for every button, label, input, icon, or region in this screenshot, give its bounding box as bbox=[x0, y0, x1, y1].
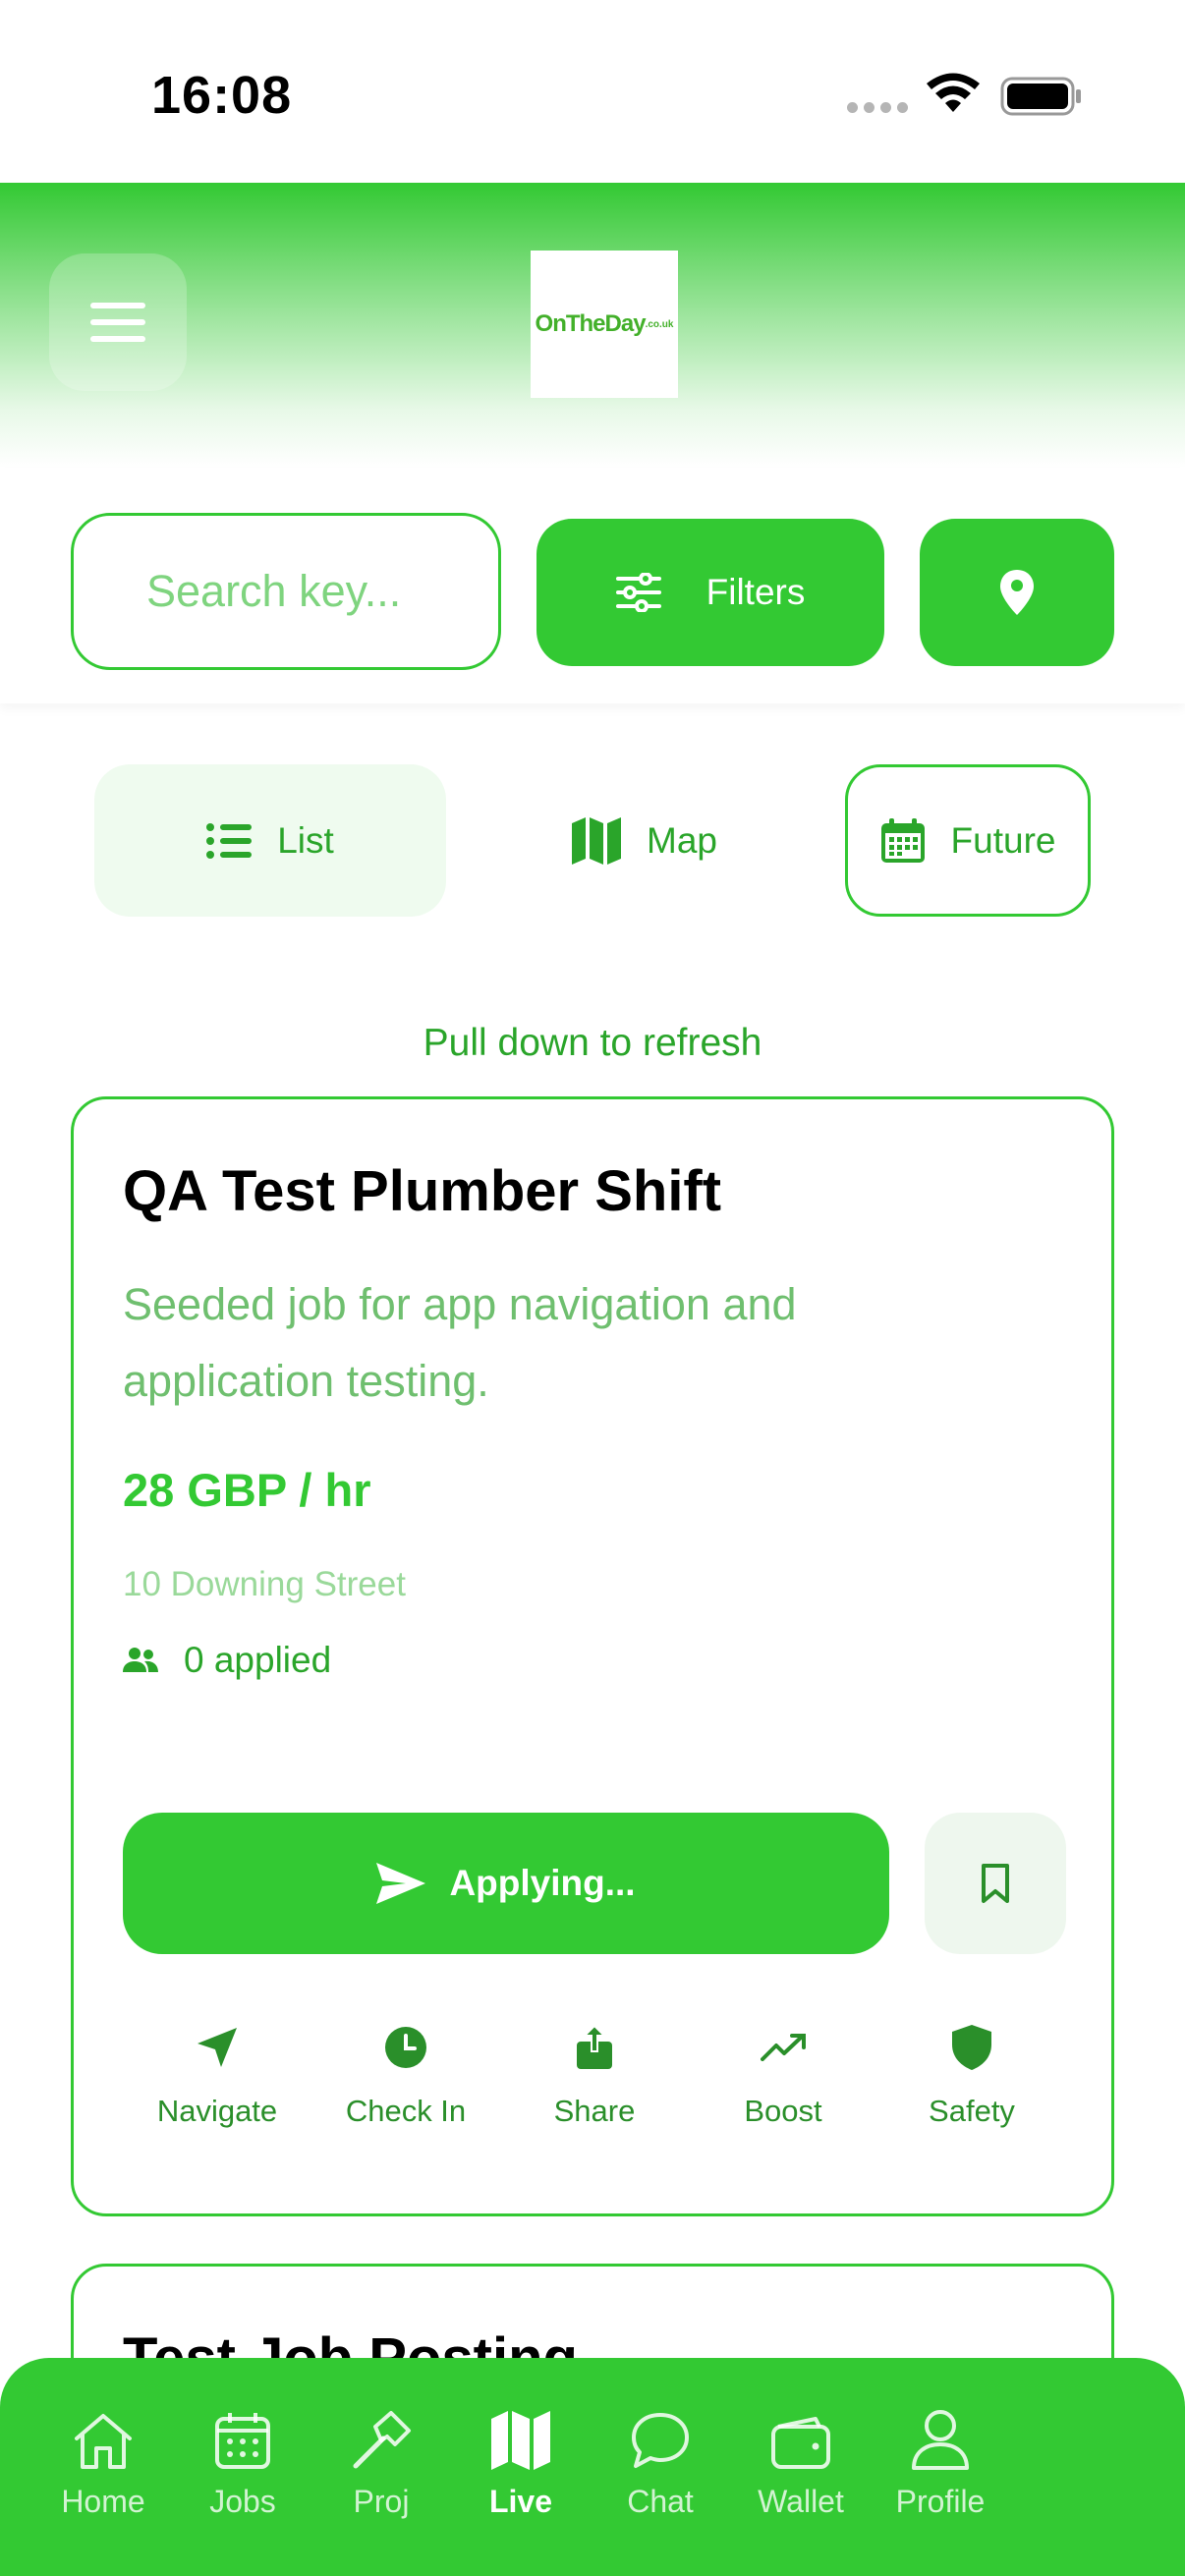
apply-button-label: Applying... bbox=[449, 1863, 636, 1903]
list-icon bbox=[206, 822, 253, 859]
search-input[interactable]: Search key... bbox=[71, 513, 501, 670]
applied-count: 0 applied bbox=[123, 1640, 331, 1681]
filters-button[interactable]: Filters bbox=[536, 519, 884, 666]
nav-live-label: Live bbox=[488, 2484, 553, 2519]
nav-home[interactable]: Home bbox=[34, 2405, 172, 2520]
wallet-icon bbox=[771, 2417, 830, 2469]
hamburger-icon bbox=[90, 303, 145, 342]
navigate-action[interactable]: Navigate bbox=[123, 2023, 311, 2129]
navigate-label: Navigate bbox=[156, 2094, 278, 2128]
nav-proj-label: Proj bbox=[353, 2484, 410, 2519]
status-time: 16:08 bbox=[151, 66, 293, 125]
cellular-signal-icon bbox=[847, 102, 908, 113]
pull-to-refresh-hint: Pull down to refresh bbox=[423, 1022, 762, 1064]
apply-button[interactable]: Applying... bbox=[123, 1813, 889, 1954]
filters-label: Filters bbox=[705, 572, 806, 612]
nav-home-label: Home bbox=[61, 2484, 145, 2519]
calendar-icon bbox=[880, 817, 925, 863]
nav-profile[interactable]: Profile bbox=[872, 2405, 1009, 2520]
boost-label: Boost bbox=[744, 2094, 822, 2128]
tab-map-label: Map bbox=[647, 819, 717, 861]
nav-wallet[interactable]: Wallet bbox=[732, 2405, 870, 2520]
job-actions: Navigate Check In Share Boost Safety bbox=[123, 2023, 1066, 2129]
search-placeholder: Search key... bbox=[146, 566, 402, 616]
location-button[interactable] bbox=[920, 519, 1114, 666]
nav-wallet-label: Wallet bbox=[758, 2484, 844, 2519]
tab-future[interactable]: Future bbox=[845, 764, 1091, 917]
nav-chat[interactable]: Chat bbox=[592, 2405, 729, 2520]
check-in-action[interactable]: Check In bbox=[311, 2023, 500, 2129]
nav-live[interactable]: Live bbox=[452, 2405, 590, 2520]
job-address: 10 Downing Street bbox=[123, 1565, 406, 1603]
nav-jobs[interactable]: Jobs bbox=[174, 2405, 311, 2520]
location-pin-icon bbox=[1000, 570, 1034, 615]
people-icon bbox=[123, 1648, 158, 1672]
tab-map[interactable]: Map bbox=[531, 764, 759, 917]
share-icon bbox=[577, 2026, 612, 2069]
shield-icon bbox=[952, 2025, 991, 2070]
nav-profile-label: Profile bbox=[895, 2484, 986, 2519]
bottom-nav: Home Jobs Proj Live Chat Wallet Profile bbox=[0, 2358, 1185, 2576]
home-icon bbox=[75, 2414, 132, 2469]
hammer-icon bbox=[353, 2411, 411, 2469]
navigation-arrow-icon bbox=[198, 2028, 237, 2067]
nav-proj[interactable]: Proj bbox=[312, 2405, 450, 2520]
app-logo: OnTheDay .co.uk bbox=[531, 251, 678, 398]
calendar-icon bbox=[215, 2413, 270, 2469]
check-in-label: Check In bbox=[345, 2094, 467, 2128]
tab-future-label: Future bbox=[950, 819, 1056, 861]
battery-icon bbox=[1000, 77, 1081, 116]
nav-chat-label: Chat bbox=[627, 2484, 694, 2519]
tab-list[interactable]: List bbox=[94, 764, 446, 917]
map-icon bbox=[572, 816, 621, 865]
tab-list-label: List bbox=[277, 819, 334, 861]
search-bar-row: Search key... Filters bbox=[0, 468, 1185, 703]
wifi-icon bbox=[927, 73, 980, 112]
share-label: Share bbox=[553, 2094, 636, 2128]
share-action[interactable]: Share bbox=[500, 2023, 689, 2129]
bookmark-button[interactable] bbox=[925, 1813, 1066, 1954]
trending-up-icon bbox=[761, 2034, 806, 2061]
nav-jobs-label: Jobs bbox=[209, 2484, 276, 2519]
status-bar: 16:08 bbox=[0, 0, 1185, 183]
bookmark-icon bbox=[982, 1864, 1009, 1903]
safety-label: Safety bbox=[929, 2094, 1015, 2128]
job-description: Seeded job for app navigation and applic… bbox=[123, 1279, 797, 1406]
job-title: QA Test Plumber Shift bbox=[123, 1159, 722, 1223]
boost-action[interactable]: Boost bbox=[689, 2023, 877, 2129]
logo-text: OnTheDay bbox=[535, 310, 647, 337]
job-card[interactable]: QA Test Plumber Shift Seeded job for app… bbox=[71, 1096, 1114, 2216]
logo-suffix: .co.uk bbox=[645, 318, 674, 330]
safety-action[interactable]: Safety bbox=[877, 2023, 1066, 2129]
sliders-icon bbox=[615, 573, 661, 612]
map-icon bbox=[491, 2411, 550, 2470]
applied-label: 0 applied bbox=[184, 1640, 332, 1680]
chat-bubble-icon bbox=[632, 2413, 689, 2468]
send-icon bbox=[376, 1863, 426, 1904]
app-header: OnTheDay .co.uk bbox=[0, 183, 1185, 468]
menu-button[interactable] bbox=[49, 253, 187, 391]
user-icon bbox=[912, 2410, 969, 2470]
job-rate: 28 GBP / hr bbox=[123, 1464, 371, 1516]
clock-icon bbox=[385, 2027, 426, 2068]
